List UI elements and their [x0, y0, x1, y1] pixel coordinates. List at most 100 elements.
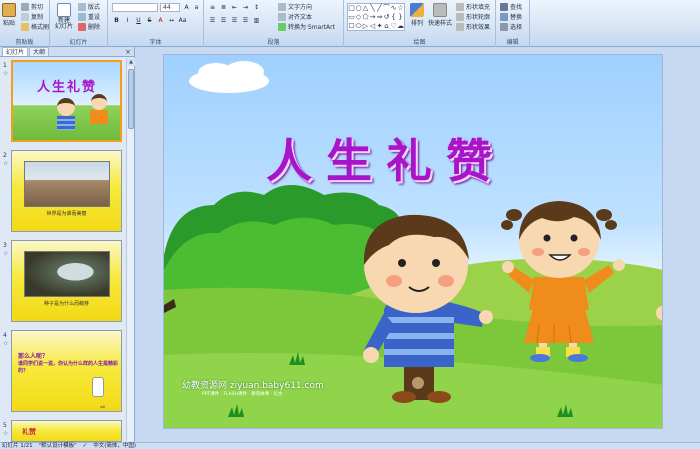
replace-icon — [500, 12, 508, 21]
seed-photo — [24, 251, 110, 297]
scroll-thumb[interactable] — [128, 69, 134, 129]
paste-icon — [2, 3, 16, 17]
delete-icon — [78, 22, 86, 31]
increase-indent-button[interactable]: ⇥ — [241, 3, 250, 12]
animation-star-icon: ☆ — [3, 250, 9, 257]
format-painter-button[interactable]: 格式刷 — [21, 22, 49, 31]
language[interactable]: 中文(简体，中国) — [93, 443, 136, 449]
thumb-title: 人生礼赞 — [37, 80, 98, 95]
slide-position: 幻灯片 1/21 — [2, 443, 33, 449]
font-name-field[interactable] — [112, 3, 158, 12]
align-text-icon — [278, 12, 286, 21]
cut-button[interactable]: 剪切 — [21, 2, 43, 11]
slide-number: 3 — [3, 242, 7, 249]
new-slide-button[interactable]: 新建 幻灯片 — [55, 3, 73, 30]
numbering-button[interactable]: ≣ — [219, 3, 228, 12]
slide-preview: 那么人呢？ 谁同学们说一说，你认为什么样的人生是精彩的？ ⇨ — [11, 330, 122, 412]
thumb-text-1: 礼赞 — [22, 428, 36, 436]
font-size-field[interactable]: 44 — [160, 3, 180, 12]
thumb-caption: 世界是为谁而美丽 — [46, 211, 87, 217]
arrange-button[interactable]: 排列 — [410, 3, 424, 27]
align-center-button[interactable]: ☰ — [219, 16, 228, 25]
slide-preview: 世界是为谁而美丽 — [11, 150, 122, 232]
slides-label: 幻灯片 — [69, 39, 88, 46]
align-right-button[interactable]: ☰ — [230, 16, 239, 25]
font-label: 字体 — [149, 39, 162, 46]
tab-slides[interactable]: 幻灯片 — [2, 47, 29, 56]
replace-button[interactable]: 替换 — [500, 12, 522, 21]
reset-button[interactable]: 重设 — [78, 12, 100, 21]
justify-button[interactable]: ☰ — [241, 16, 250, 25]
reset-icon — [78, 12, 86, 21]
shrink-font-button[interactable]: a — [192, 3, 201, 12]
select-button[interactable]: 选择 — [500, 22, 522, 31]
pencil-character-icon — [92, 377, 104, 397]
paragraph-label: 段落 — [267, 39, 280, 46]
text-direction-button[interactable]: 文字方向 — [278, 2, 312, 11]
grow-font-button[interactable]: A — [182, 3, 191, 12]
line-spacing-button[interactable]: ↕ — [252, 3, 261, 12]
layout-button[interactable]: 版式 — [78, 2, 100, 11]
thumbnail-scrollbar[interactable]: ▲ — [126, 58, 135, 441]
close-panel-icon[interactable]: × — [125, 47, 131, 57]
copy-button[interactable]: 复制 — [21, 12, 43, 21]
ribbon: 粘贴 剪切 复制 格式刷 剪贴板 新建 幻灯片 版式 重设 删除 幻灯片 44 … — [0, 0, 700, 47]
font-group: 44 A a B I U S A ↔ Aa 字体 — [108, 0, 204, 47]
animation-star-icon: ☆ — [3, 430, 9, 437]
quick-styles-button[interactable]: 快速样式 — [428, 3, 452, 27]
tab-outline[interactable]: 大纲 — [29, 47, 50, 56]
paste-button[interactable]: 粘贴 — [2, 3, 16, 27]
shapes-gallery[interactable]: □ ○ △ ╲ ╱ ⌒ ∿ ☆ ▭ ◇ ⬠ → ⇒ ↺{} ☐ ⬭ ▷ ◁ ✦ ⌂ ♡ ☁ — [347, 3, 405, 31]
delete-slide-button[interactable]: 删除 — [78, 22, 100, 31]
current-slide[interactable]: 人生礼赞 幼教资源网 ziyuan.baby611.com PPT课件 · FL… — [163, 54, 663, 429]
slide-title[interactable]: 人生礼赞 — [266, 125, 506, 191]
bullets-button[interactable]: ≡ — [208, 3, 217, 12]
thumb-boy-body — [57, 116, 75, 130]
theme-name: "默认设计模板" — [38, 443, 77, 449]
arrange-icon — [410, 3, 424, 17]
paragraph-group: ≡ ≣ ⇤ ⇥ ↕ ☰ ☰ ☰ ☰ ▥ 文字方向 对齐文本 转换为 SmartA… — [204, 0, 344, 47]
slide-artwork — [164, 61, 662, 428]
cloud-shape — [189, 61, 269, 93]
smartart-button[interactable]: 转换为 SmartArt — [278, 22, 335, 31]
columns-button[interactable]: ▥ — [252, 16, 261, 25]
find-button[interactable]: 查找 — [500, 2, 522, 11]
landscape-photo — [24, 161, 110, 207]
strikethrough-button[interactable]: S — [145, 16, 154, 25]
list-row: ≡ ≣ ⇤ ⇥ ↕ — [208, 3, 261, 12]
bold-button[interactable]: B — [112, 16, 121, 25]
status-bar: 幻灯片 1/21 "默认设计模板" ✓ 中文(简体，中国) — [0, 442, 700, 449]
align-left-button[interactable]: ☰ — [208, 16, 217, 25]
brush-icon — [21, 22, 29, 31]
animation-star-icon: ☆ — [3, 70, 9, 77]
font-color-button[interactable]: A — [156, 16, 165, 25]
thumb-text-2: 谁同学们说一说，你认为什么样的人生是精彩的？ — [18, 361, 119, 374]
layout-icon — [78, 2, 86, 11]
shape-effects-button[interactable]: 形状效果 — [456, 22, 490, 31]
animation-star-icon: ☆ — [3, 340, 9, 347]
slide-number: 1 — [3, 62, 7, 69]
align-text-button[interactable]: 对齐文本 — [278, 12, 312, 21]
font-format-row: B I U S A ↔ Aa — [112, 16, 187, 25]
drawing-group: □ ○ △ ╲ ╱ ⌒ ∿ ☆ ▭ ◇ ⬠ → ⇒ ↺{} ☐ ⬭ ▷ ◁ ✦ ⌂ ♡ ☁ 排列 快速样式 形状填充 … — [344, 0, 496, 47]
slide-number: 2 — [3, 152, 7, 159]
slide-preview: 礼赞 — [11, 420, 122, 442]
clipboard-group: 粘贴 剪切 复制 格式刷 剪贴板 — [0, 0, 50, 47]
watermark-main: 幼教资源网 ziyuan.baby611.com — [182, 381, 324, 391]
cursor-icon — [500, 22, 508, 31]
slides-group: 新建 幻灯片 版式 重设 删除 幻灯片 — [50, 0, 108, 47]
slides-panel: 幻灯片 大纲 × 1 ☆ 人生礼赞 2 ☆ 世界是为谁而美丽 3 ☆ 种子是为什… — [0, 47, 135, 442]
thumb-girl — [91, 94, 107, 110]
shape-outline-button[interactable]: 形状轮廓 — [456, 12, 490, 21]
spellcheck-icon[interactable]: ✓ — [83, 443, 88, 449]
editing-group: 查找 替换 选择 编辑 — [496, 0, 530, 47]
scroll-up-icon[interactable]: ▲ — [127, 58, 135, 66]
paint-bucket-icon — [456, 2, 464, 11]
change-case-button[interactable]: Aa — [178, 16, 187, 25]
underline-button[interactable]: U — [134, 16, 143, 25]
shape-fill-button[interactable]: 形状填充 — [456, 2, 490, 11]
char-spacing-button[interactable]: ↔ — [167, 16, 176, 25]
slide-editing-area: 人生礼赞 幼教资源网 ziyuan.baby611.com PPT课件 · FL… — [135, 47, 700, 442]
italic-button[interactable]: I — [123, 16, 132, 25]
decrease-indent-button[interactable]: ⇤ — [230, 3, 239, 12]
